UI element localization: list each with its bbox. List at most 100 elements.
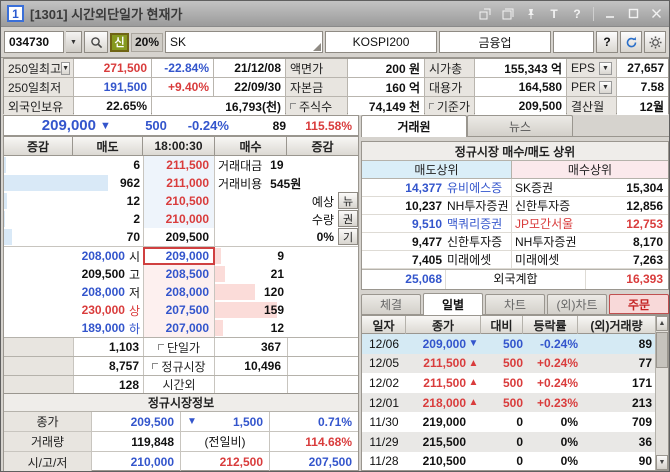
capital-value: 160 억 bbox=[348, 78, 424, 96]
title-bar: 1 [1301] 시간외단일가 현재가 T ? bbox=[1, 1, 669, 27]
help-button[interactable]: ? bbox=[596, 31, 618, 53]
titlebar-help-icon[interactable]: ? bbox=[570, 7, 584, 21]
tab-broker[interactable]: 거래원 bbox=[361, 115, 467, 137]
ask-row[interactable]: 70 209,500 0% 기 bbox=[4, 228, 358, 246]
daily-close: 219,000 bbox=[406, 412, 466, 432]
daily-pct: 0% bbox=[523, 452, 578, 472]
text-size-icon[interactable]: T bbox=[547, 7, 561, 21]
scroll-up-icon[interactable]: ▲ bbox=[656, 316, 668, 331]
settings-button[interactable] bbox=[644, 31, 666, 53]
tab-news[interactable]: 뉴스 bbox=[467, 115, 573, 136]
per-value: 7.58 bbox=[617, 78, 668, 96]
chevron-down-icon[interactable]: ▼ bbox=[599, 62, 612, 75]
pin-icon[interactable] bbox=[524, 7, 538, 21]
news-side-button[interactable]: 뉴 bbox=[338, 192, 358, 209]
quote-time: 18:00:30 bbox=[143, 136, 215, 156]
tab-executions[interactable]: 체결 bbox=[361, 294, 421, 314]
orderbook-panel: 209,000 ▼ 500 -0.24% 89 115.58% 증감 매도 18… bbox=[3, 115, 359, 471]
titlebar-divider bbox=[593, 7, 594, 21]
per-label[interactable]: PER▼ bbox=[567, 78, 616, 96]
single-price-bid-total: 367 bbox=[215, 338, 287, 356]
ohl-label: 시/고/저 bbox=[4, 452, 92, 472]
chevron-down-icon[interactable]: ▼ bbox=[61, 62, 70, 75]
minimize-button[interactable] bbox=[603, 7, 617, 21]
scroll-down-icon[interactable]: ▼ bbox=[656, 455, 668, 470]
broker-row[interactable]: 10,237 NH투자증권 신한투자증 12,856 bbox=[362, 197, 668, 215]
scrollbar[interactable]: ▲ ▼ bbox=[655, 316, 668, 470]
col-pct[interactable]: 등락률 bbox=[523, 316, 578, 334]
settlement-label: 결산월 bbox=[567, 97, 616, 115]
stock-toolbar: 034730 ▼ 신 20% SK KOSPI200 금융업 ? bbox=[1, 27, 669, 58]
daily-row[interactable]: 11/30 219,000 0 0% 709 bbox=[362, 412, 668, 432]
afterhours-ask-total: 128 bbox=[74, 376, 143, 393]
close-pct: 0.71% bbox=[270, 412, 358, 431]
ask-row[interactable]: 2 210,000 수량 권 bbox=[4, 210, 358, 228]
daily-row[interactable]: 12/01 218,000 ▲ 500 +0.23% 213 bbox=[362, 393, 668, 413]
bid-row[interactable]: 208,000저 208,000 120 bbox=[4, 283, 358, 301]
daily-volume: 709 bbox=[578, 412, 654, 432]
broker-row[interactable]: 7,405 미래에셋 미래에셋 7,263 bbox=[362, 251, 668, 269]
maximize-button[interactable] bbox=[626, 7, 640, 21]
high250-label[interactable]: 250일최고▼ bbox=[4, 59, 73, 77]
rights-side-button[interactable]: 권 bbox=[338, 210, 358, 227]
price-change: 500 bbox=[111, 118, 167, 133]
close-button[interactable] bbox=[649, 7, 663, 21]
foreign-total-label: 외국계합 bbox=[445, 270, 586, 289]
regular-market-ask-total: 8,757 bbox=[74, 357, 143, 375]
ask-row[interactable]: 6 211,500 거래대금19 bbox=[4, 156, 358, 174]
buy-broker: SK증권 bbox=[512, 179, 586, 197]
bid-row[interactable]: 208,000시 209,000 9 bbox=[4, 247, 358, 265]
refresh-button[interactable] bbox=[620, 31, 642, 53]
label-text: EPS bbox=[571, 61, 595, 75]
stock-code-input[interactable]: 034730 bbox=[4, 31, 64, 53]
daily-row[interactable]: 11/29 215,500 0 0% 36 bbox=[362, 432, 668, 452]
tab-order[interactable]: 주문 bbox=[609, 294, 669, 314]
bid-qty: 159 bbox=[218, 301, 284, 319]
volume-ratio: 115.58% bbox=[286, 119, 352, 133]
tab-foreign-chart[interactable]: (외)차트 bbox=[547, 294, 607, 314]
search-button[interactable] bbox=[84, 31, 108, 53]
stock-name-field[interactable]: SK bbox=[165, 31, 323, 53]
no-change-icon bbox=[466, 412, 481, 432]
bid-row[interactable]: 230,000상 207,500 159 bbox=[4, 301, 358, 319]
daily-pct: +0.23% bbox=[523, 393, 578, 413]
low250-label: 250일최저 bbox=[4, 78, 73, 96]
ask-row[interactable]: 12 210,500 예상 뉴 bbox=[4, 192, 358, 210]
scroll-thumb[interactable] bbox=[656, 332, 668, 368]
bid-row[interactable]: 209,500고 208,500 21 bbox=[4, 265, 358, 283]
high250-pct: -22.84% bbox=[152, 59, 213, 77]
volume-label: 거래량 bbox=[4, 432, 92, 451]
company-side-button[interactable]: 기 bbox=[338, 228, 358, 245]
chevron-down-icon[interactable]: ▼ bbox=[599, 81, 612, 94]
daily-row[interactable]: 12/06 209,000 ▼ 500 -0.24% 89 bbox=[362, 334, 668, 354]
ask-row[interactable]: 962 211,000 거래비용545원 bbox=[4, 174, 358, 192]
daily-row[interactable]: 12/02 211,500 ▲ 500 +0.24% 171 bbox=[362, 373, 668, 393]
regular-market-label[interactable]: 정규시장 bbox=[143, 357, 215, 375]
totals-spacer bbox=[287, 338, 358, 356]
upper-limit-label: 상 bbox=[129, 302, 140, 319]
daily-row[interactable]: 12/05 211,500 ▲ 500 +0.24% 77 bbox=[362, 354, 668, 374]
duplicate-icon[interactable] bbox=[501, 7, 515, 21]
broker-row[interactable]: 9,510 맥쿼리증권 JP모간서울 12,753 bbox=[362, 215, 668, 233]
tab-chart[interactable]: 차트 bbox=[485, 294, 545, 314]
broker-row[interactable]: 14,377 유비에스증 SK증권 15,304 bbox=[362, 179, 668, 197]
afterhours-label[interactable]: 시간외 bbox=[143, 376, 215, 393]
eps-label[interactable]: EPS ▼ bbox=[567, 59, 616, 77]
tab-daily[interactable]: 일별 bbox=[423, 293, 483, 315]
broker-row[interactable]: 9,477 신한투자증 NH투자증권 8,170 bbox=[362, 233, 668, 251]
code-dropdown-button[interactable]: ▼ bbox=[66, 31, 82, 53]
col-volume[interactable]: (외)거래량 bbox=[578, 316, 655, 334]
col-close[interactable]: 종가 bbox=[406, 316, 481, 334]
ask-price: 210,500 bbox=[143, 192, 215, 210]
col-bid: 매수 bbox=[215, 136, 287, 156]
buy-qty: 7,263 bbox=[586, 253, 668, 267]
price-change-pct: -0.24% bbox=[167, 118, 229, 133]
single-price-label[interactable]: 단일가 bbox=[143, 338, 215, 356]
stock-name: SK bbox=[170, 35, 186, 49]
daily-row[interactable]: 11/28 210,500 0 0% 90 bbox=[362, 452, 668, 472]
col-date[interactable]: 일자 bbox=[362, 316, 406, 334]
bid-row[interactable]: 189,000하 207,000 12 bbox=[4, 319, 358, 337]
col-diff[interactable]: 대비 bbox=[481, 316, 523, 334]
sell-qty: 9,510 bbox=[362, 217, 445, 231]
popout-icon[interactable] bbox=[478, 7, 492, 21]
